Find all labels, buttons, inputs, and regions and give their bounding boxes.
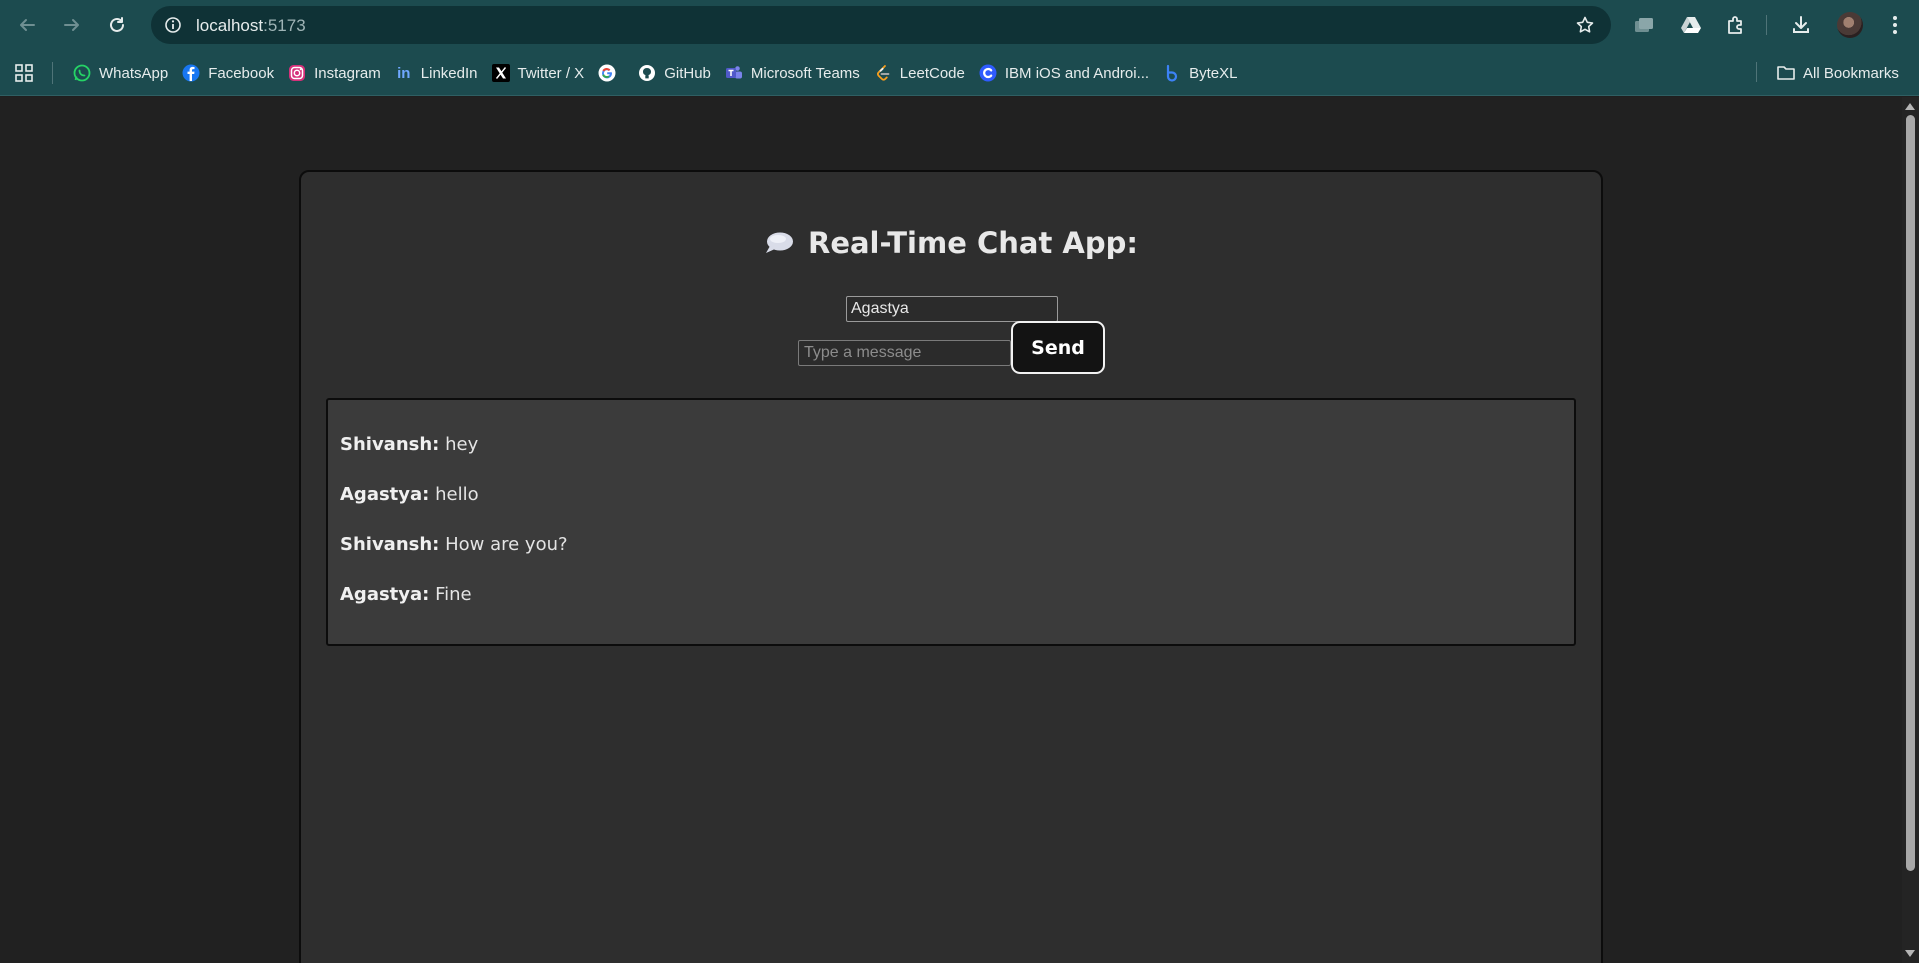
message-text: hey <box>439 434 479 455</box>
ibm-c-icon <box>978 63 998 83</box>
x-icon <box>491 63 511 83</box>
bookmark-list: WhatsApp Facebook Instagram in LinkedIn … <box>70 50 1248 96</box>
bookmark-facebook[interactable]: Facebook <box>179 57 283 89</box>
linkedin-icon: in <box>397 64 411 82</box>
message-sender: Agastya: <box>340 484 430 505</box>
github-icon <box>637 63 657 83</box>
folder-icon <box>1776 63 1796 83</box>
profile-avatar[interactable] <box>1837 12 1863 38</box>
message-sender: Shivansh: <box>340 534 440 555</box>
message-input[interactable] <box>798 340 1011 366</box>
bookmark-label: LeetCode <box>899 64 965 82</box>
google-icon <box>597 63 617 83</box>
scroll-down-arrow-icon[interactable] <box>1905 950 1915 957</box>
bookmark-label: ByteXL <box>1189 64 1238 82</box>
message-text: How are you? <box>439 534 568 555</box>
address-bar[interactable]: localhost:5173 <box>151 6 1611 44</box>
message-item: Shivansh: How are you? <box>340 534 1562 584</box>
url-text: localhost:5173 <box>196 16 306 36</box>
page-title: Real-Time Chat App: <box>807 226 1138 260</box>
all-bookmarks-label: All Bookmarks <box>1803 64 1899 82</box>
drive-icon[interactable] <box>1678 12 1704 38</box>
app-header: Real-Time Chat App: <box>301 226 1601 260</box>
bookmark-label: Instagram <box>314 64 381 82</box>
bookmark-label: GitHub <box>664 64 711 82</box>
bookmark-label: LinkedIn <box>420 64 478 82</box>
browser-toolbar: localhost:5173 <box>0 0 1919 50</box>
scroll-thumb[interactable] <box>1906 115 1915 871</box>
message-item: Agastya: hello <box>340 484 1562 534</box>
leetcode-icon <box>873 63 893 83</box>
bookmark-linkedin[interactable]: in LinkedIn <box>392 57 487 89</box>
bookmarks-bar: WhatsApp Facebook Instagram in LinkedIn … <box>0 50 1919 96</box>
extensions-icon[interactable] <box>1723 12 1749 38</box>
site-info-icon[interactable] <box>163 15 183 35</box>
bookmark-ibm-ios-android[interactable]: IBM iOS and Androi... <box>976 57 1158 89</box>
apps-grid-icon[interactable] <box>12 61 36 85</box>
tab-search-icon[interactable] <box>1631 12 1657 38</box>
bookmark-github[interactable]: GitHub <box>635 57 720 89</box>
bookmark-label: IBM iOS and Androi... <box>1004 64 1150 82</box>
facebook-icon <box>181 63 201 83</box>
teams-icon <box>724 63 744 83</box>
download-icon[interactable] <box>1788 12 1814 38</box>
scroll-up-arrow-icon[interactable] <box>1905 103 1915 110</box>
bookmark-star-icon[interactable] <box>1575 15 1595 35</box>
all-bookmarks-button[interactable]: All Bookmarks <box>1776 50 1899 96</box>
bookmark-microsoft-teams[interactable]: Microsoft Teams <box>722 57 869 89</box>
menu-icon[interactable] <box>1882 12 1908 38</box>
bookmark-label: WhatsApp <box>99 64 169 82</box>
back-icon[interactable] <box>13 11 41 39</box>
bookmark-label: Facebook <box>208 64 275 82</box>
message-sender: Agastya: <box>340 584 430 605</box>
reload-icon[interactable] <box>103 11 131 39</box>
message-list: Shivansh: hey Agastya: hello Shivansh: H… <box>326 398 1576 646</box>
send-button[interactable]: Send <box>1011 321 1105 374</box>
bookmark-instagram[interactable]: Instagram <box>285 57 390 89</box>
page-scrollbar[interactable] <box>1902 97 1919 963</box>
message-text: Fine <box>429 584 472 605</box>
message-text: hello <box>429 484 479 505</box>
message-item: Agastya: Fine <box>340 584 1562 634</box>
bookmarks-divider <box>1756 62 1757 82</box>
speech-bubble-icon <box>764 231 794 255</box>
username-input[interactable] <box>846 296 1058 322</box>
bookmark-label: Twitter / X <box>517 64 585 82</box>
bookmark-google[interactable] <box>595 57 633 89</box>
url-port: :5173 <box>263 16 306 35</box>
message-sender: Shivansh: <box>340 434 440 455</box>
page-viewport: Real-Time Chat App: Send Shivansh: hey A… <box>0 97 1902 963</box>
chat-app-card: Real-Time Chat App: Send Shivansh: hey A… <box>299 170 1603 963</box>
message-item: Shivansh: hey <box>340 434 1562 484</box>
bookmark-bytexl[interactable]: ByteXL <box>1160 57 1246 89</box>
bookmark-twitter-x[interactable]: Twitter / X <box>489 57 594 89</box>
instagram-icon <box>287 63 307 83</box>
bookmark-whatsapp[interactable]: WhatsApp <box>70 57 177 89</box>
bookmark-leetcode[interactable]: LeetCode <box>871 57 974 89</box>
forward-icon[interactable] <box>58 11 86 39</box>
url-host: localhost <box>196 16 264 35</box>
whatsapp-icon <box>72 63 92 83</box>
bytexl-icon <box>1162 63 1182 83</box>
toolbar-divider <box>1766 15 1767 35</box>
bookmarks-divider <box>52 62 53 84</box>
bookmark-label: Microsoft Teams <box>750 64 860 82</box>
